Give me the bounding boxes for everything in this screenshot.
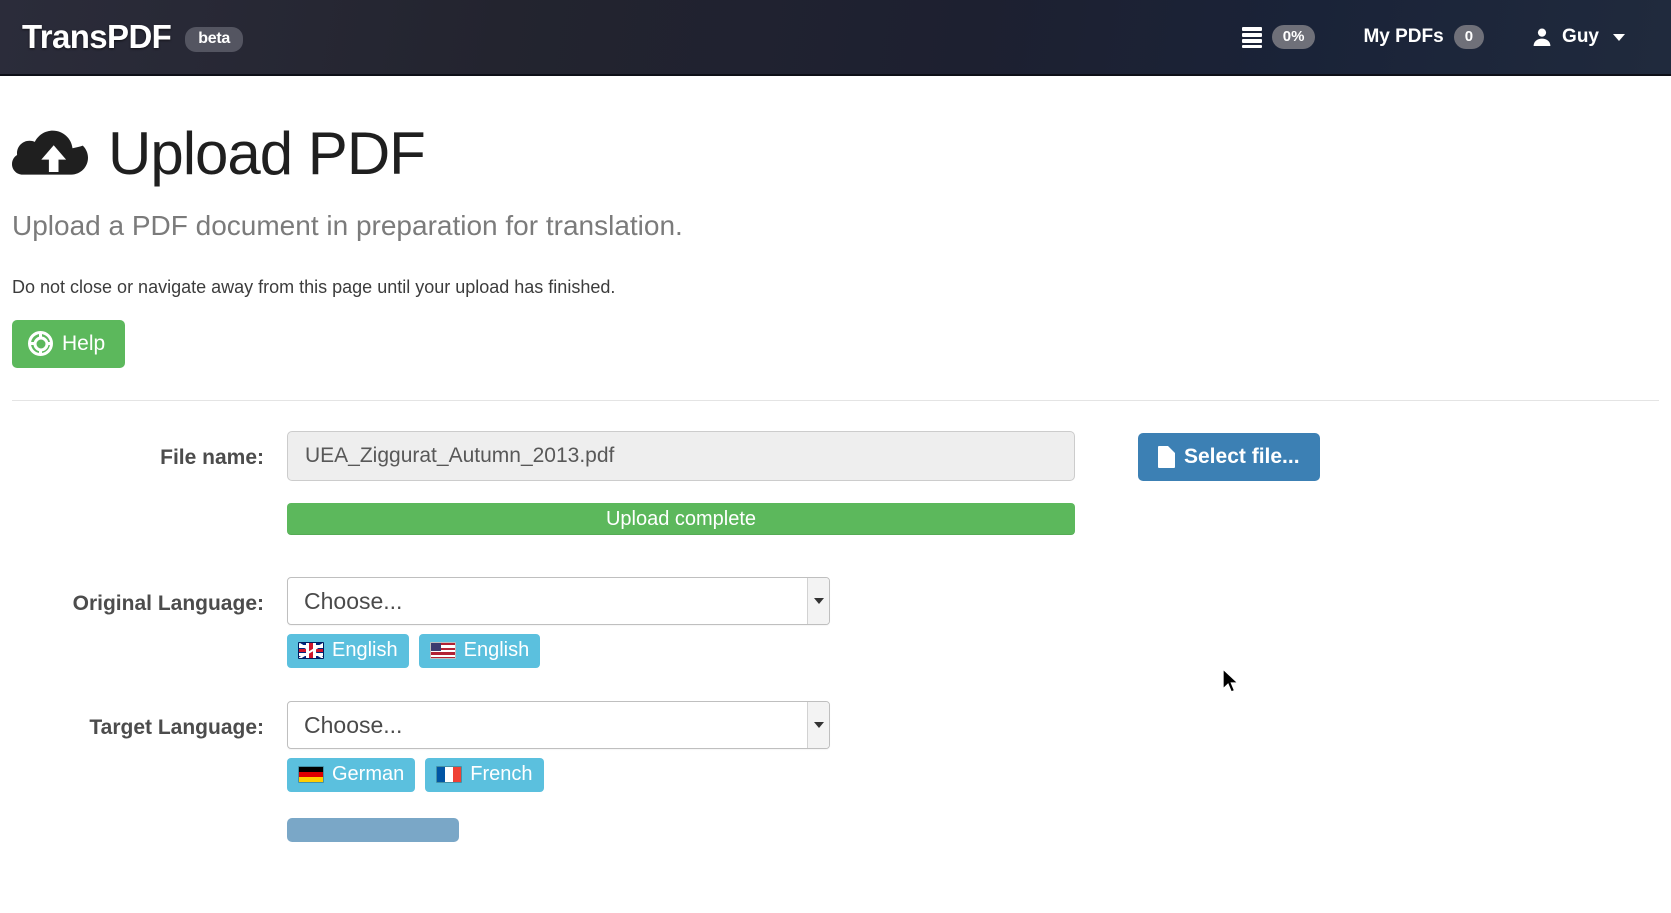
- page-note-text: Do not close or navigate away from this …: [12, 277, 616, 297]
- cloud-upload-icon: [12, 126, 88, 182]
- target-language-selected-value: Choose...: [287, 701, 830, 749]
- storage-percent-badge: 0%: [1271, 25, 1316, 49]
- language-chip-label: German: [332, 763, 405, 785]
- user-menu[interactable]: Guy: [1508, 0, 1649, 74]
- language-chip-english-uk[interactable]: English: [287, 634, 409, 668]
- storage-bars-icon: [1241, 27, 1262, 48]
- my-pdfs-label: My PDFs: [1363, 26, 1444, 47]
- upload-progress-bar: Upload complete: [287, 503, 1075, 535]
- chevron-down-icon: [1613, 33, 1625, 41]
- storage-usage-item[interactable]: 0%: [1218, 0, 1340, 74]
- select-arrow-icon[interactable]: [807, 578, 829, 624]
- upload-form: File name: UEA_Ziggurat_Autumn_2013.pdf …: [12, 401, 1659, 842]
- language-chip-french[interactable]: French: [425, 758, 544, 792]
- select-file-label: Select file...: [1184, 445, 1300, 468]
- original-language-suggestions: English English: [287, 634, 1082, 668]
- original-language-row: Original Language: Choose... English Eng…: [12, 577, 1659, 668]
- top-navbar: TransPDF beta 0% My PDFs 0 Guy: [0, 0, 1671, 76]
- brand-name: TransPDF: [22, 18, 172, 55]
- original-language-control-col: Choose... English English: [287, 577, 1082, 668]
- file-icon: [1158, 446, 1175, 468]
- flag-fr-icon: [436, 766, 463, 783]
- user-name: Guy: [1562, 26, 1599, 47]
- upload-progress-wrap: Upload complete: [287, 503, 1075, 535]
- app-page: TransPDF beta 0% My PDFs 0 Guy Upload PD…: [0, 0, 1671, 913]
- language-chip-label: English: [463, 639, 530, 661]
- help-button[interactable]: Help: [12, 320, 126, 368]
- file-name-control-col: UEA_Ziggurat_Autumn_2013.pdf Upload comp…: [287, 431, 1659, 535]
- help-button-label: Help: [62, 331, 106, 355]
- target-language-control-col: Choose... German French: [287, 701, 1082, 842]
- language-chip-label: English: [332, 639, 398, 661]
- page-lead-text: Upload a PDF document in preparation for…: [12, 210, 683, 241]
- file-name-input[interactable]: UEA_Ziggurat_Autumn_2013.pdf: [287, 431, 1075, 481]
- file-name-label: File name:: [160, 446, 264, 469]
- flag-de-icon: [298, 766, 324, 783]
- original-language-label: Original Language:: [72, 592, 264, 615]
- target-language-row: Target Language: Choose... German French: [12, 701, 1659, 842]
- target-language-label: Target Language:: [89, 716, 264, 739]
- flag-us-icon: [429, 642, 456, 659]
- language-chip-label: French: [470, 763, 533, 785]
- language-chip-german[interactable]: German: [287, 758, 416, 792]
- my-pdfs-nav-item[interactable]: My PDFs 0: [1339, 0, 1508, 74]
- flag-uk-icon: [298, 642, 324, 659]
- beta-badge: beta: [185, 26, 243, 52]
- original-language-selected-value: Choose...: [287, 577, 830, 625]
- page-title: Upload PDF: [12, 124, 1659, 184]
- user-icon: [1532, 27, 1552, 47]
- main-content: Upload PDF Upload a PDF document in prep…: [0, 76, 1671, 842]
- page-header: Upload PDF Upload a PDF document in prep…: [12, 76, 1659, 401]
- original-language-select[interactable]: Choose...: [287, 577, 830, 625]
- target-language-select[interactable]: Choose...: [287, 701, 830, 749]
- lifebuoy-icon: [28, 331, 53, 356]
- file-name-row: File name: UEA_Ziggurat_Autumn_2013.pdf …: [12, 431, 1659, 535]
- brand-logo[interactable]: TransPDF beta: [22, 18, 243, 56]
- navbar-right: 0% My PDFs 0 Guy: [1218, 0, 1649, 74]
- submit-button[interactable]: [287, 818, 459, 842]
- select-arrow-icon[interactable]: [807, 702, 829, 748]
- page-title-text: Upload PDF: [108, 120, 426, 187]
- my-pdfs-count-badge: 0: [1453, 25, 1485, 49]
- select-file-button[interactable]: Select file...: [1138, 433, 1320, 481]
- target-language-suggestions: German French: [287, 758, 1082, 792]
- language-chip-english-us[interactable]: English: [418, 634, 541, 668]
